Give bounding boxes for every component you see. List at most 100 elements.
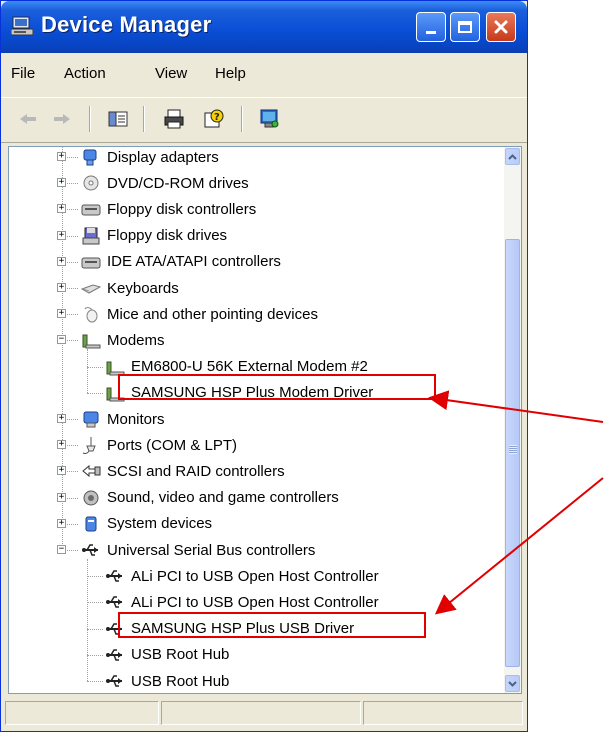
tree-device-label: EM6800-U 56K External Modem #2 [131, 358, 368, 376]
close-button[interactable] [486, 12, 516, 42]
scroll-up-button[interactable] [505, 148, 520, 165]
tree-category-label: Monitors [107, 410, 165, 428]
expand-toggle[interactable]: + [57, 440, 66, 450]
status-pane-1 [5, 701, 159, 725]
help-icon: ? [204, 109, 224, 128]
tree-category-sound-video-and-game-controllers[interactable]: Sound, video and game controllers [81, 485, 339, 511]
properties-view-button[interactable] [105, 106, 131, 132]
tree-category-ports-com-lpt[interactable]: Ports (COM & LPT) [81, 432, 237, 458]
maximize-button[interactable] [450, 12, 480, 42]
status-pane-2 [161, 701, 361, 725]
usb-child-icon [106, 675, 122, 687]
tree-category-label: Sound, video and game controllers [107, 489, 339, 507]
tree-category-system-devices[interactable]: System devices [81, 511, 212, 537]
highlight-modem-driver-box [118, 374, 436, 400]
tree-device-label: USB Root Hub [131, 646, 230, 664]
usb-child-icon [106, 649, 122, 661]
tree-category-display-adapters[interactable]: Display adapters [81, 147, 219, 170]
tree-category-keyboards[interactable]: Keyboards [81, 275, 179, 301]
collapse-toggle[interactable]: − [57, 335, 66, 345]
scrollbar-thumb[interactable] [505, 239, 520, 667]
scan-hardware-button[interactable] [257, 106, 283, 132]
print-button[interactable] [161, 106, 187, 132]
collapse-toggle[interactable]: − [57, 545, 66, 554]
menu-file[interactable]: File [11, 65, 35, 82]
svg-text:?: ? [214, 112, 220, 123]
toolbar: ? [1, 97, 527, 143]
back-button[interactable] [15, 106, 41, 132]
tree-guide-line [87, 559, 88, 681]
tree-category-label: IDE ATA/ATAPI controllers [107, 253, 281, 271]
tree-device-usb-root-hub[interactable]: USB Root Hub [105, 668, 230, 693]
forward-button[interactable] [49, 106, 75, 132]
scroll-down-button[interactable] [505, 675, 520, 692]
vertical-scrollbar[interactable] [504, 147, 521, 693]
toolbar-separator [143, 106, 145, 132]
tree-category-label: System devices [107, 515, 213, 533]
tree-category-label: Keyboards [107, 279, 179, 297]
tree-category-label: Mice and other pointing devices [107, 305, 318, 323]
monitor-icon [83, 411, 99, 428]
tree-category-ide-ata-atapi-controllers[interactable]: IDE ATA/ATAPI controllers [81, 249, 281, 275]
cdrom-icon [83, 175, 99, 191]
minimize-button[interactable] [416, 12, 446, 42]
expand-toggle[interactable]: + [57, 309, 66, 319]
expand-toggle[interactable]: + [57, 230, 66, 240]
expand-toggle[interactable]: + [57, 414, 66, 423]
tree-guide-line [87, 392, 103, 394]
tree-device-label: ALi PCI to USB Open Host Controller [131, 567, 379, 585]
tree-guide-line [87, 654, 103, 656]
tree-device-ali-pci-to-usb-open-host-controller[interactable]: ALi PCI to USB Open Host Controller [105, 563, 379, 589]
expand-toggle[interactable]: + [57, 256, 66, 266]
usb-icon [82, 544, 98, 556]
tree-category-label: Floppy disk drives [107, 227, 228, 245]
tree-category-monitors[interactable]: Monitors [81, 406, 165, 432]
expand-toggle[interactable]: + [57, 178, 66, 188]
keyboard-icon [81, 284, 101, 294]
sound-icon [83, 490, 99, 506]
title-bar[interactable]: Device Manager [1, 1, 527, 53]
menu-bar: File Action View Help [1, 57, 527, 91]
menu-action[interactable]: Action [64, 65, 106, 82]
expand-toggle[interactable]: + [57, 283, 66, 292]
tree-guide-line [87, 366, 103, 368]
tree-category-mice-and-other-pointing-devices[interactable]: Mice and other pointing devices [81, 301, 318, 327]
tree-category-label: Display adapters [107, 148, 219, 166]
chevron-down-icon [508, 680, 517, 687]
expand-toggle[interactable]: + [57, 466, 66, 476]
tree-category-modems[interactable]: Modems [81, 327, 165, 353]
tree-category-scsi-and-raid-controllers[interactable]: SCSI and RAID controllers [81, 458, 285, 484]
status-bar [1, 697, 527, 731]
menu-view[interactable]: View [155, 65, 187, 82]
scrollbar-grip-icon [509, 445, 517, 454]
floppy-drive-icon [82, 227, 100, 245]
tree-guide-line [87, 681, 103, 682]
chevron-up-icon [508, 153, 517, 160]
tree-category-floppy-disk-controllers[interactable]: Floppy disk controllers [81, 196, 256, 222]
tree-category-universal-serial-bus-controllers[interactable]: Universal Serial Bus controllers [81, 537, 315, 563]
back-icon [20, 114, 36, 124]
expand-toggle[interactable]: + [57, 152, 66, 161]
menu-help[interactable]: Help [215, 65, 246, 82]
tree-category-dvd-cd-rom-drives[interactable]: DVD/CD-ROM drives [81, 170, 249, 196]
close-icon [494, 20, 508, 34]
expand-toggle[interactable]: + [57, 518, 66, 528]
tree-device-usb-root-hub[interactable]: USB Root Hub [105, 642, 229, 668]
expand-toggle[interactable]: + [57, 492, 66, 502]
help-button[interactable]: ? [201, 106, 227, 132]
maximize-icon [458, 21, 472, 33]
mouse-icon [84, 307, 98, 323]
forward-icon [54, 114, 70, 124]
window-title: Device Manager [41, 12, 212, 37]
toolbar-separator [89, 106, 91, 132]
display-adapter-icon [83, 149, 97, 166]
tree-category-floppy-disk-drives[interactable]: Floppy disk drives [81, 223, 227, 249]
expand-toggle[interactable]: + [57, 204, 66, 214]
tree-device-label: USB Root Hub [131, 672, 230, 690]
usb-child-icon [106, 596, 122, 609]
tree-category-label: Floppy disk controllers [107, 200, 257, 218]
ide-controller-icon [81, 257, 101, 269]
tree-category-label: SCSI and RAID controllers [107, 462, 285, 480]
modem-child-icon [106, 361, 125, 376]
scsi-icon [82, 465, 101, 478]
